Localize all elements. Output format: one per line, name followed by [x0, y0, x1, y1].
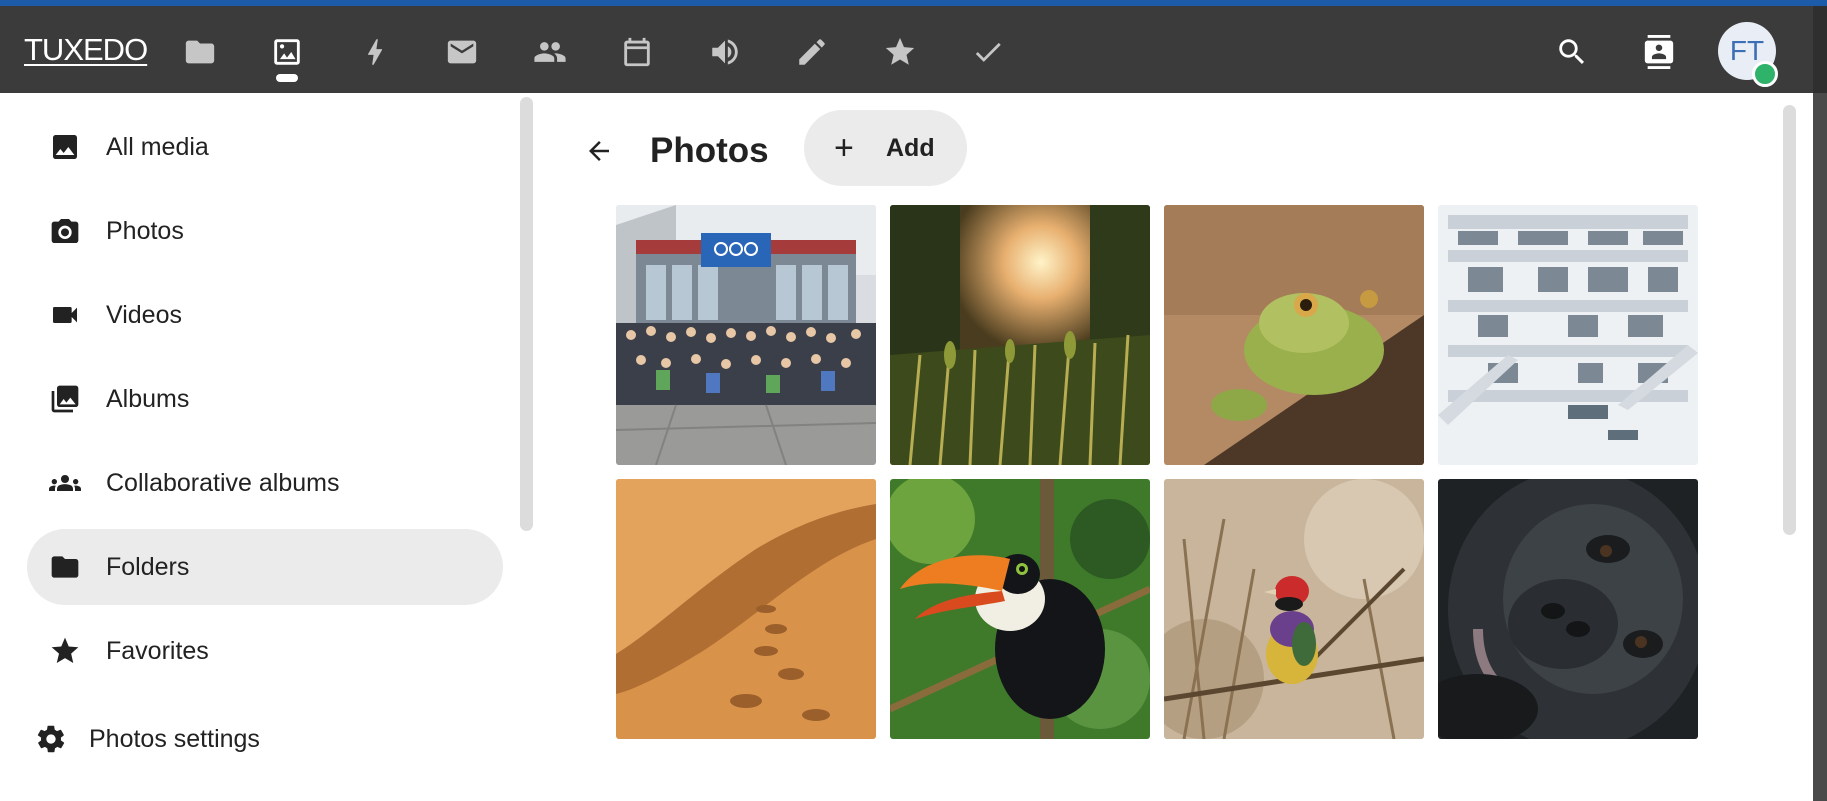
tuxedo-logo[interactable]: TUXEDO: [24, 32, 148, 68]
favorites-icon[interactable]: [878, 30, 922, 74]
arrow-left-icon: [589, 141, 609, 161]
sidebar-item-label: All media: [106, 132, 209, 161]
sidebar-item-albums[interactable]: Albums: [27, 361, 503, 437]
back-button[interactable]: [575, 127, 623, 175]
sidebar-item-all-media[interactable]: All media: [27, 109, 503, 185]
photo-grass-field[interactable]: [890, 205, 1150, 465]
sidebar-item-label: Albums: [106, 384, 190, 413]
sidebar-item-videos[interactable]: Videos: [27, 277, 503, 353]
main-panel: Photos + Add: [560, 93, 1800, 801]
photo-library[interactable]: [1438, 205, 1698, 465]
tasks-icon[interactable]: [966, 30, 1010, 74]
sidebar-scrollbar[interactable]: [520, 97, 533, 531]
photo-toucan[interactable]: [890, 479, 1150, 739]
desktop-background-edge: [1813, 93, 1827, 801]
plus-icon: +: [834, 129, 854, 167]
calendar-icon[interactable]: [615, 30, 659, 74]
sidebar-item-photos[interactable]: Photos: [27, 193, 503, 269]
files-icon[interactable]: [178, 30, 222, 74]
add-button[interactable]: + Add: [804, 110, 967, 186]
active-app-indicator: [276, 74, 298, 82]
sidebar: All media Photos Videos Albums Collabora…: [0, 93, 520, 801]
contacts-icon[interactable]: [528, 30, 572, 74]
gear-icon: [27, 723, 75, 755]
sidebar-item-label: Photos: [106, 216, 184, 245]
photos-settings-button[interactable]: Photos settings: [27, 707, 260, 771]
photos-icon[interactable]: [265, 30, 309, 74]
search-icon[interactable]: [1550, 30, 1594, 74]
photo-gorilla[interactable]: [1438, 479, 1698, 739]
sidebar-item-collaborative-albums[interactable]: Collaborative albums: [27, 445, 503, 521]
notes-icon[interactable]: [790, 30, 834, 74]
sidebar-item-favorites[interactable]: Favorites: [27, 613, 503, 689]
online-status-badge: [1752, 61, 1778, 87]
sidebar-item-label: Favorites: [106, 636, 209, 665]
group-icon: [27, 445, 103, 521]
albums-icon: [27, 361, 103, 437]
photo-finch[interactable]: [1164, 479, 1424, 739]
photo-desert-dunes[interactable]: [616, 479, 876, 739]
top-header: TUXEDO FT: [0, 6, 1813, 93]
image-icon: [27, 109, 103, 185]
video-icon: [27, 277, 103, 353]
announcements-icon[interactable]: [703, 30, 747, 74]
content-area: All media Photos Videos Albums Collabora…: [0, 93, 1813, 801]
add-button-label: Add: [886, 133, 935, 162]
mail-icon[interactable]: [440, 30, 484, 74]
folder-icon: [27, 529, 103, 605]
camera-icon: [27, 193, 103, 269]
photo-frog[interactable]: [1164, 205, 1424, 465]
sidebar-item-folders[interactable]: Folders: [27, 529, 503, 605]
sidebar-item-label: Folders: [106, 552, 190, 581]
contacts-menu-icon[interactable]: [1637, 30, 1681, 74]
star-icon: [27, 613, 103, 689]
photos-settings-label: Photos settings: [89, 724, 260, 753]
photo-group-conference[interactable]: [616, 205, 876, 465]
page-title: Photos: [650, 131, 769, 170]
sidebar-item-label: Videos: [106, 300, 182, 329]
sidebar-item-label: Collaborative albums: [106, 468, 340, 497]
activity-icon[interactable]: [353, 30, 397, 74]
main-scrollbar[interactable]: [1783, 105, 1796, 535]
